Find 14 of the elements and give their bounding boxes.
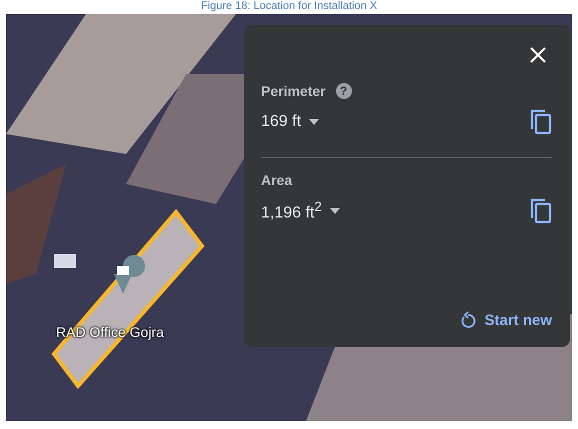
caret-icon: [330, 208, 340, 214]
building-marker-icon[interactable]: [114, 255, 145, 294]
figure-caption: Figure 18: Location for Installation X: [200, 0, 378, 14]
help-button[interactable]: ?: [336, 83, 352, 99]
measurement-label: Area: [261, 172, 292, 188]
measurement-unit-dropdown[interactable]: 1,196 ft$^{2}$: [261, 199, 340, 223]
refresh-icon: [460, 311, 476, 329]
close-icon: [528, 45, 548, 65]
measurement-unit-dropdown[interactable]: 169 ft: [261, 113, 320, 131]
measurement-label: Perimeter: [261, 83, 326, 99]
copy-button[interactable]: [530, 198, 552, 224]
caret-icon: [309, 119, 320, 125]
copy-button[interactable]: [530, 109, 552, 135]
start-new-button[interactable]: Start new: [460, 311, 552, 329]
